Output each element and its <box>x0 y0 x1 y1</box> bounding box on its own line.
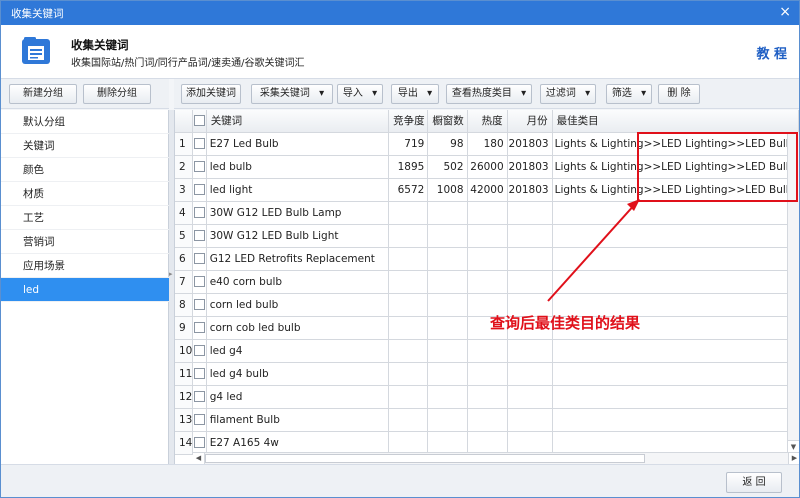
annotation-text: 查询后最佳类目的结果 <box>490 314 641 332</box>
back-button[interactable]: 返 回 <box>726 472 782 493</box>
annotation-arrow-icon <box>547 199 640 302</box>
footer-bar: 返 回 <box>1 464 799 497</box>
collect-keywords-window: 收集关键词 × 收集关键词 收集国际站/热门词/同行产品词/速卖通/谷歌关键词汇… <box>0 0 800 498</box>
